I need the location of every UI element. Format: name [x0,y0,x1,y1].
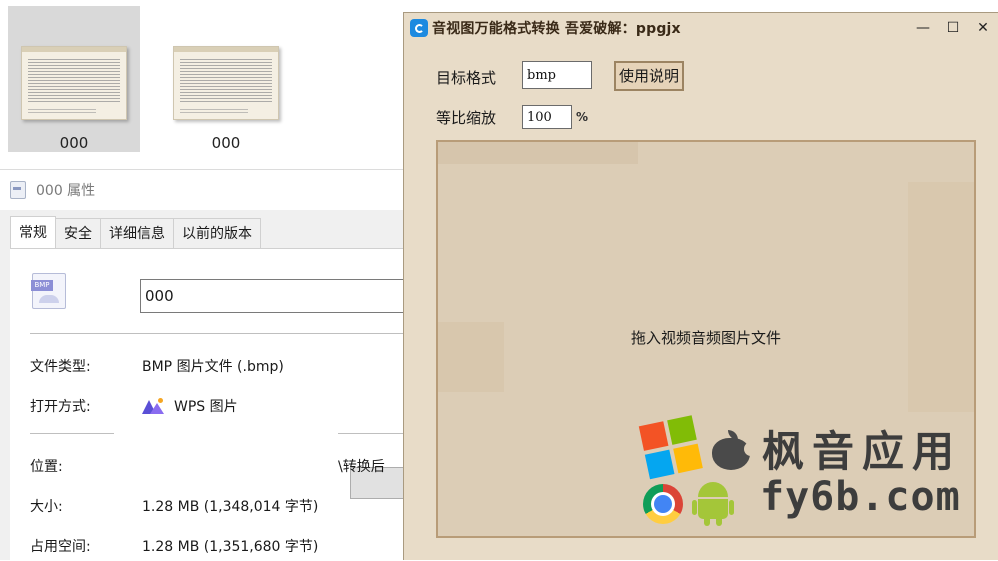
converter-titlebar: 音视图万能格式转换 吾爱破解：ppgjx — ☐ ✕ [404,13,998,43]
windows-logo-icon [638,415,705,481]
thumbnail-item-1[interactable]: 000 [8,6,140,152]
tab-previous-versions[interactable]: 以前的版本 [173,218,261,248]
apple-logo-icon [712,430,758,470]
properties-tabs: 常规 安全 详细信息 以前的版本 [10,216,261,248]
file-icon [10,181,26,199]
location-label: 位置: [30,459,63,475]
tab-security[interactable]: 安全 [55,218,101,248]
target-format-input[interactable] [522,61,592,89]
location-value: \转换后 [338,459,385,475]
file-type-value: BMP 图片文件 (.bmp) [142,359,284,375]
thumbnail-label: 000 [59,134,89,152]
scale-input[interactable] [522,105,572,129]
divider [30,333,420,334]
file-type-label: 文件类型: [30,359,91,375]
help-button[interactable]: 使用说明 [614,61,684,91]
general-tab-panel: BMP 文件类型: BMP 图片文件 (.bmp) 打开方式: WPS 图片 更… [10,248,420,561]
disk-size-value: 1.28 MB (1,351,680 字节) [142,539,319,555]
open-with-app: WPS 图片 [174,399,238,415]
watermark-url: fy6b.com [760,474,961,520]
open-with-label: 打开方式: [30,399,91,415]
target-format-label: 目标格式 [436,69,497,87]
maximize-icon[interactable]: ☐ [938,13,968,43]
minimize-icon[interactable]: — [908,13,938,43]
window-controls: — ☐ ✕ [908,13,998,43]
app-logo-icon [410,19,428,37]
drop-zone-hint: 拖入视频音频图片文件 [630,329,781,347]
thumbnail-item-2[interactable]: 000 [160,6,292,152]
filename-input[interactable] [140,279,420,313]
image-thumbnail [173,46,279,120]
close-icon[interactable]: ✕ [968,13,998,43]
properties-dialog: 000 属性 常规 安全 详细信息 以前的版本 BMP 文件类型: BMP 图片… [0,170,420,561]
thumbnail-label: 000 [211,134,241,152]
image-thumbnail [21,46,127,120]
wps-picture-icon [142,398,164,414]
android-logo-icon [692,478,734,526]
chrome-logo-icon [643,484,683,524]
divider [30,433,114,434]
size-value: 1.28 MB (1,348,014 字节) [142,499,319,515]
disk-size-label: 占用空间: [30,539,91,555]
window-title: 音视图万能格式转换 吾爱破解：ppgjx [432,21,681,37]
tab-details[interactable]: 详细信息 [100,218,174,248]
properties-title: 000 属性 [36,183,96,199]
open-with-value: WPS 图片 [142,396,238,416]
bmp-file-icon: BMP [31,273,66,309]
scale-unit: % [576,110,589,124]
properties-titlebar: 000 属性 [0,170,420,210]
size-label: 大小: [30,499,63,515]
scale-label: 等比缩放 [436,109,497,127]
tab-general[interactable]: 常规 [10,216,56,248]
watermark-brand: 枫音应用 [762,427,963,476]
